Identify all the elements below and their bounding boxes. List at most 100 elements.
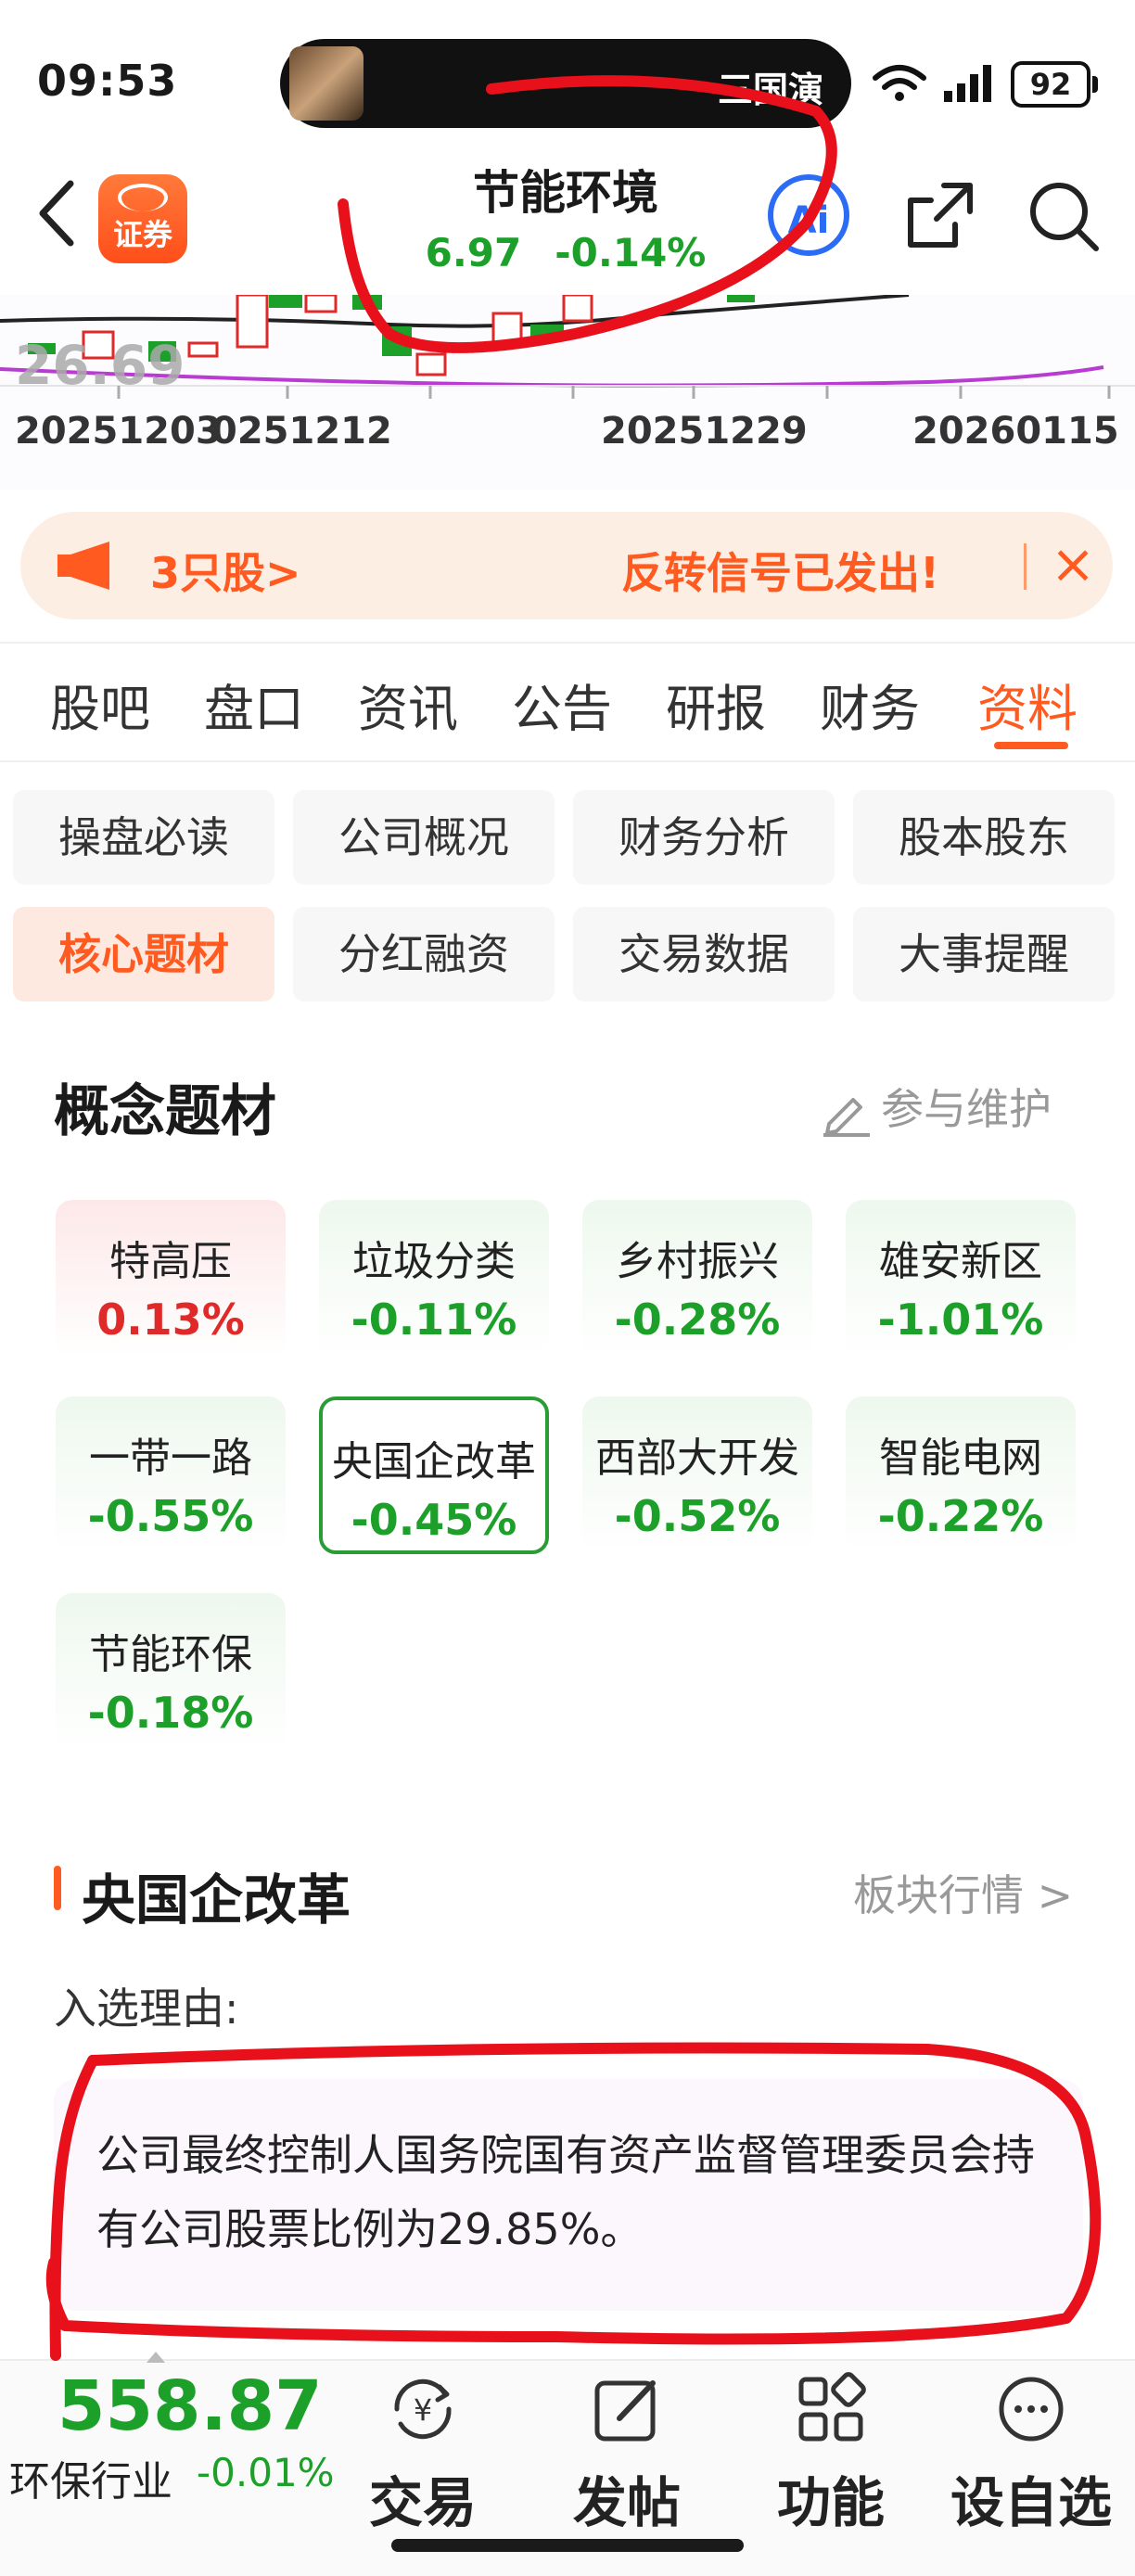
industry-index-value[interactable]: 558.87 <box>57 2366 323 2446</box>
concept-name: 雄安新区 <box>879 1238 1042 1285</box>
concept-card[interactable]: 节能环保 -0.18% <box>56 1593 286 1751</box>
concept-change: -0.55% <box>87 1491 254 1541</box>
stock-price: 6.97 <box>425 230 522 275</box>
more-icon <box>999 2377 1064 2442</box>
megaphone-icon <box>57 542 109 590</box>
chevron-left-icon <box>39 180 74 247</box>
tab-research[interactable]: 研报 <box>666 668 766 741</box>
tab-guba[interactable]: 股吧 <box>50 668 150 741</box>
search-icon <box>1030 183 1099 251</box>
concept-change: -1.01% <box>877 1294 1044 1345</box>
features-label: 功能 <box>776 2471 885 2534</box>
concept-card[interactable]: 特高压 0.13% <box>56 1200 286 1358</box>
active-tab-indicator <box>994 742 1068 749</box>
sector-quote-link[interactable]: 板块行情 > <box>853 1862 1073 1923</box>
signal-icon <box>944 65 991 102</box>
close-icon[interactable]: × <box>1040 529 1105 599</box>
broker-logo-text: 证券 <box>112 217 172 252</box>
stock-tabs: 股吧 盘口 资讯 公告 研报 财务 资料 <box>0 668 1135 749</box>
subnav-core-themes[interactable]: 核心题材 <box>13 907 274 1001</box>
broker-logo[interactable]: 证券 <box>98 174 187 263</box>
live-activity-text: 三国演 <box>717 70 823 110</box>
concept-name: 央国企改革 <box>332 1438 536 1486</box>
tab-news[interactable]: 资讯 <box>358 668 458 741</box>
reason-label: 入选理由: <box>54 1983 239 2034</box>
share-button[interactable] <box>901 176 979 254</box>
reversal-signal-banner[interactable]: 3只股> 反转信号已发出! × <box>20 512 1113 619</box>
concept-name: 西部大开发 <box>595 1435 799 1482</box>
concept-change: -0.28% <box>614 1294 781 1345</box>
post-button[interactable]: 发帖 <box>534 2370 720 2537</box>
stock-name: 节能环境 <box>473 166 658 220</box>
tab-profile[interactable]: 资料 <box>977 668 1078 741</box>
stock-quote: 6.97 -0.14% <box>352 230 779 275</box>
subnav-financial-analysis[interactable]: 财务分析 <box>573 790 835 885</box>
back-button[interactable] <box>33 176 89 260</box>
tab-pankou[interactable]: 盘口 <box>204 668 304 741</box>
svg-text:¥: ¥ <box>414 2392 432 2428</box>
concept-card[interactable]: 一带一路 -0.55% <box>56 1396 286 1554</box>
features-button[interactable]: 功能 <box>738 2370 924 2537</box>
concept-name: 特高压 <box>109 1238 232 1285</box>
subnav-trading-guide[interactable]: 操盘必读 <box>13 790 274 885</box>
divider <box>0 642 1135 644</box>
concept-card[interactable]: 乡村振兴 -0.28% <box>582 1200 812 1358</box>
chart-date-label: 20251203 <box>15 410 222 453</box>
concepts-title: 概念题材 <box>54 1079 276 1144</box>
yen-cycle-icon: ¥ <box>394 2378 452 2440</box>
concept-card-selected[interactable]: 央国企改革 -0.45% <box>319 1396 549 1554</box>
battery-indicator: 92 <box>1011 61 1098 108</box>
trade-label: 交易 <box>368 2471 477 2534</box>
divider <box>0 760 1135 762</box>
maintain-label: 参与维护 <box>881 1084 1052 1134</box>
concept-change: -0.52% <box>614 1491 781 1541</box>
industry-index-name[interactable]: 环保行业 <box>9 2448 172 2507</box>
wifi-icon <box>873 65 926 101</box>
section-accent-bar <box>54 1866 61 1910</box>
concept-name: 一带一路 <box>89 1435 252 1482</box>
banner-message: 反转信号已发出! <box>621 548 939 598</box>
chart-crosshair-value: 26.69 <box>15 334 185 397</box>
broker-logo-mark <box>118 184 168 211</box>
maintain-button[interactable]: 参与维护 <box>820 1076 1052 1137</box>
caret-up-icon[interactable] <box>147 2352 165 2363</box>
concept-name: 节能环保 <box>89 1631 252 1678</box>
concept-card[interactable]: 垃圾分类 -0.11% <box>319 1200 549 1358</box>
grid-icon <box>798 2372 866 2442</box>
add-watchlist-button[interactable]: 设自选 <box>938 2370 1124 2537</box>
stock-change-pct: -0.14% <box>555 230 707 275</box>
concept-card[interactable]: 西部大开发 -0.52% <box>582 1396 812 1554</box>
concept-change: -0.18% <box>87 1688 254 1738</box>
ai-assistant-button[interactable]: Ai <box>768 174 849 256</box>
chart-date-label: 20251229 <box>601 410 808 453</box>
share-icon <box>908 183 973 248</box>
subnav-trading-data[interactable]: 交易数据 <box>573 907 835 1001</box>
chart-date-label: 0251212 <box>211 410 392 453</box>
edit-icon <box>594 2380 656 2442</box>
banner-stock-count[interactable]: 3只股> <box>150 540 301 601</box>
subnav-events[interactable]: 大事提醒 <box>853 907 1115 1001</box>
post-label: 发帖 <box>572 2471 681 2534</box>
subnav-company-overview[interactable]: 公司概况 <box>293 790 555 885</box>
banner-divider <box>1024 543 1027 590</box>
trade-button[interactable]: ¥ 交易 <box>330 2370 516 2537</box>
reason-text: 公司最终控制人国务院国有资产监督管理委员会持有公司股票比例为29.85%。 <box>96 2130 1035 2254</box>
tab-finance[interactable]: 财务 <box>820 668 920 741</box>
concept-change: -0.45% <box>351 1495 517 1545</box>
concept-change: -0.11% <box>351 1294 517 1345</box>
status-time: 09:53 <box>37 56 178 106</box>
home-indicator[interactable] <box>391 2539 744 2552</box>
live-activity-island[interactable]: 三国演 <box>280 39 851 128</box>
edit-icon <box>823 1097 870 1137</box>
detail-title: 央国企改革 <box>82 1868 351 1932</box>
concept-name: 垃圾分类 <box>352 1238 516 1285</box>
concept-change: 0.13% <box>96 1294 245 1345</box>
add-watchlist-label: 设自选 <box>950 2471 1112 2534</box>
concept-card[interactable]: 雄安新区 -1.01% <box>846 1200 1076 1358</box>
subnav-dividends[interactable]: 分红融资 <box>293 907 555 1001</box>
concept-card[interactable]: 智能电网 -0.22% <box>846 1396 1076 1554</box>
search-button[interactable] <box>1024 176 1102 254</box>
concept-name: 智能电网 <box>879 1435 1042 1482</box>
subnav-shareholders[interactable]: 股本股东 <box>853 790 1115 885</box>
tab-announcements[interactable]: 公告 <box>512 668 612 741</box>
